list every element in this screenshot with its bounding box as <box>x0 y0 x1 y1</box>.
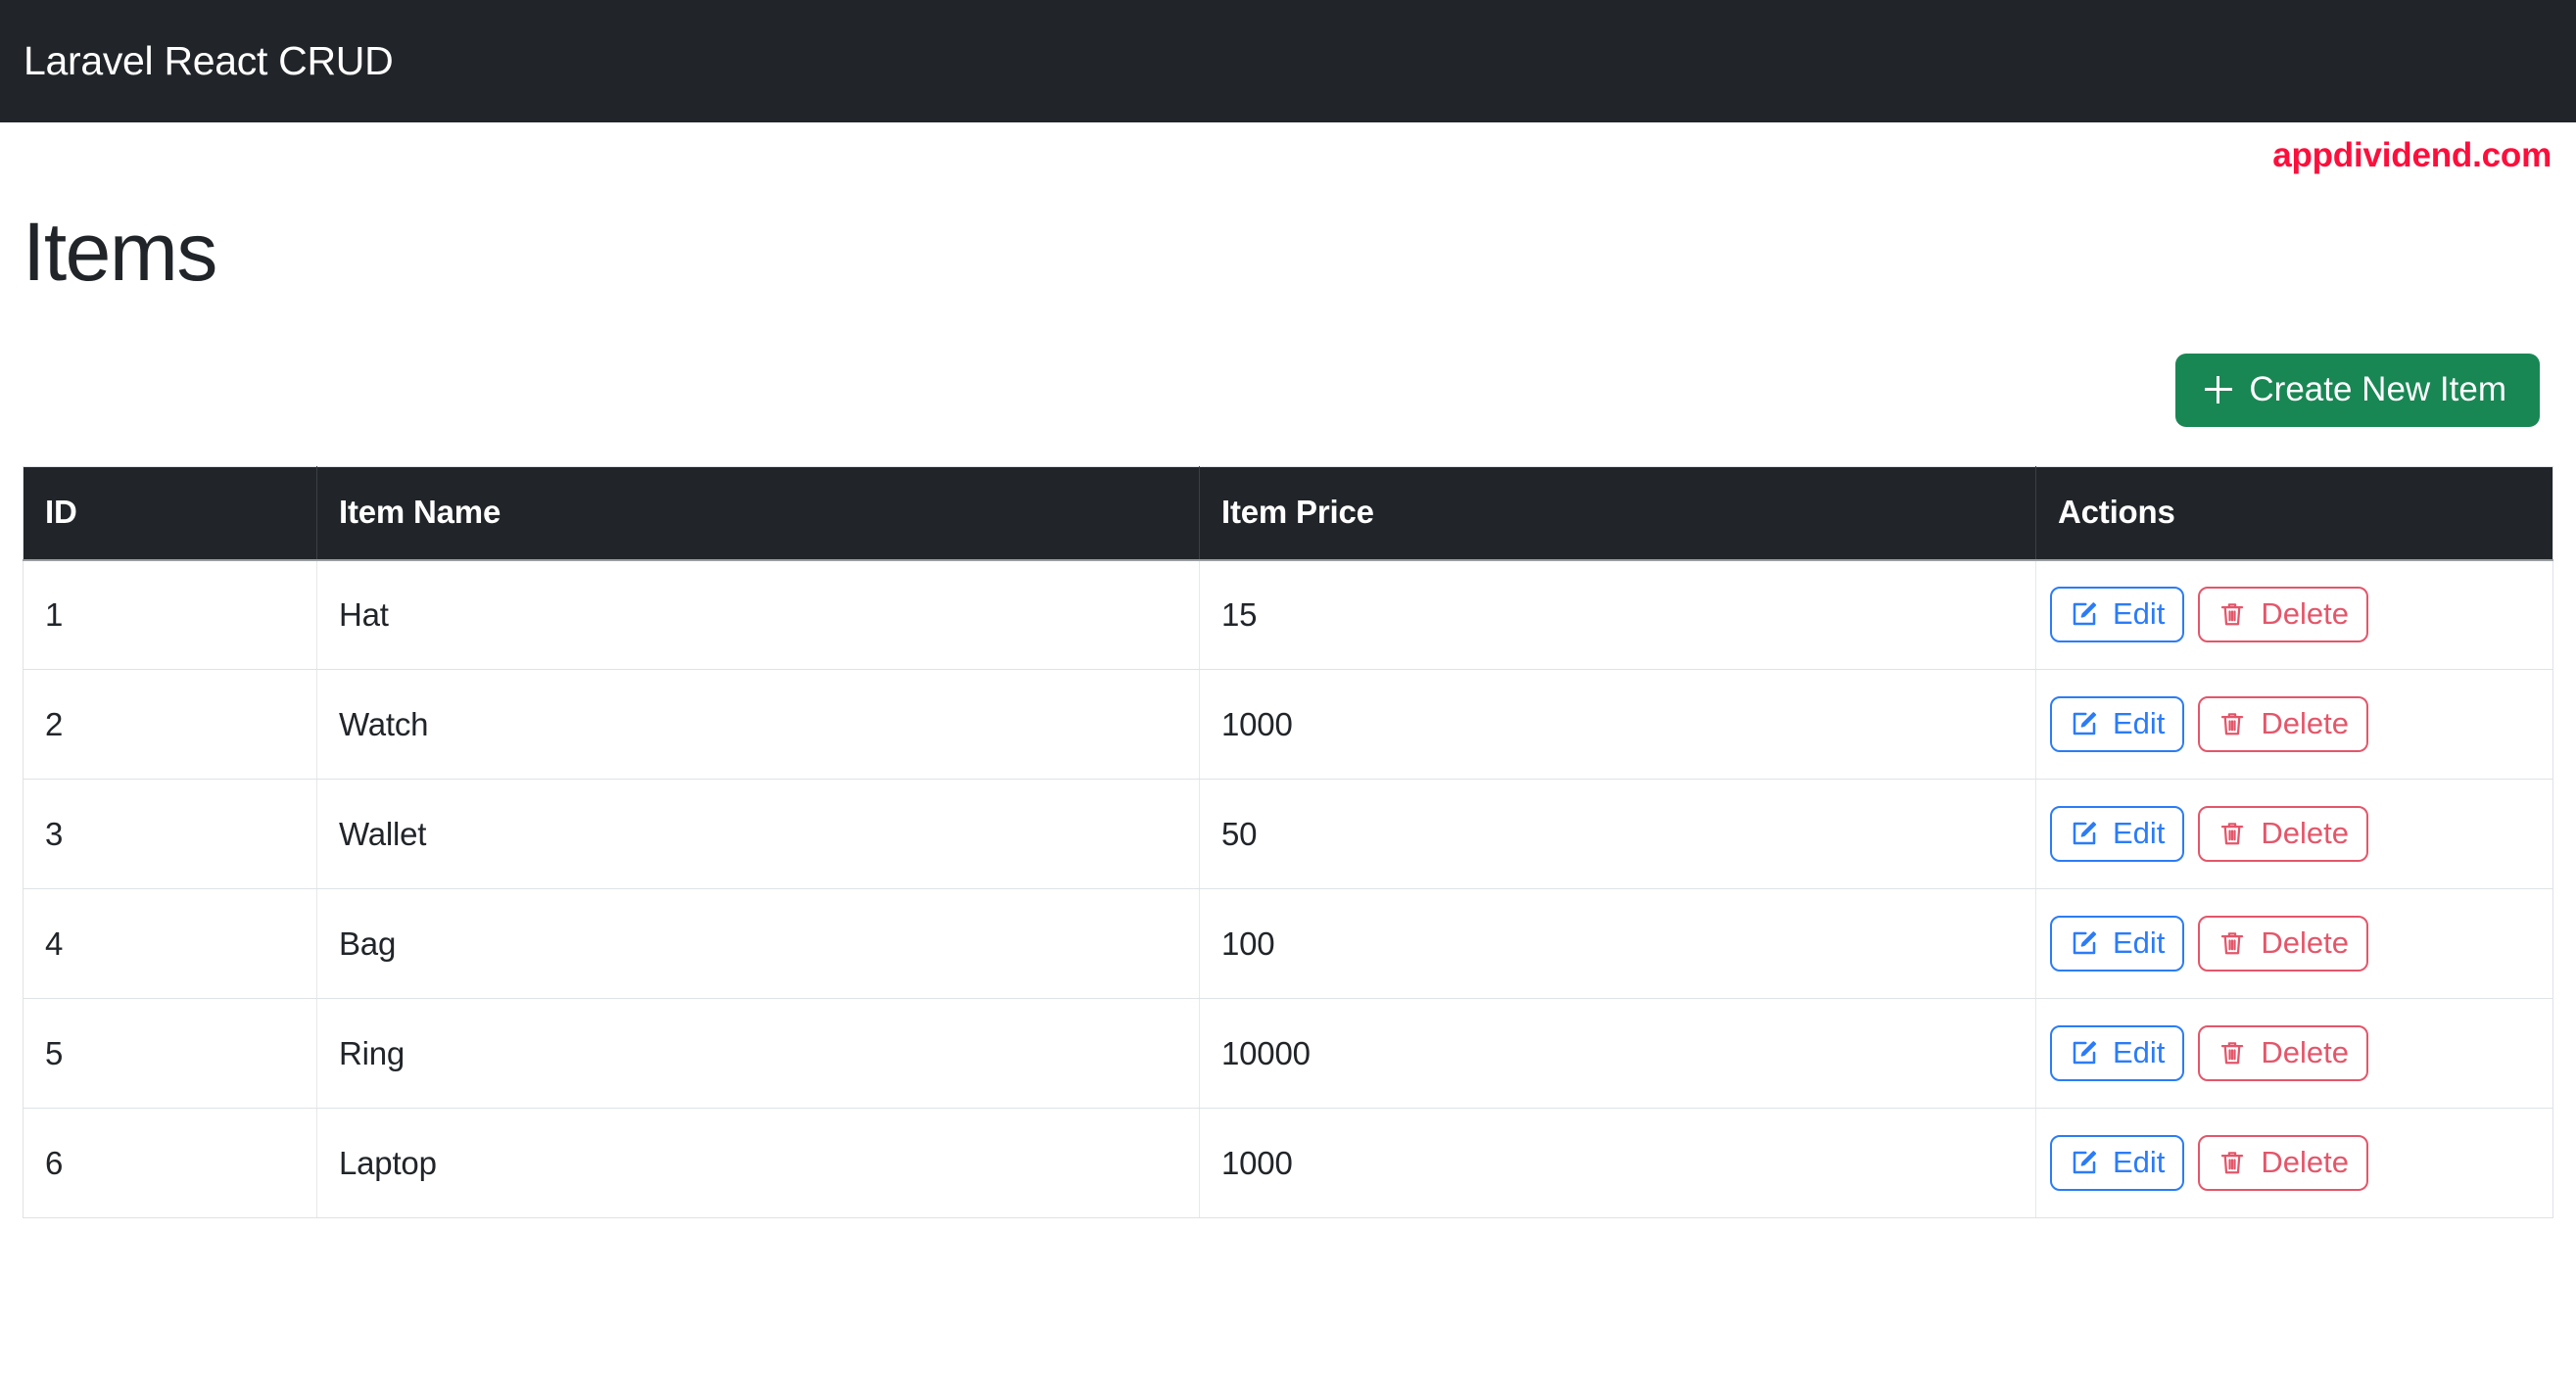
delete-button-label: Delete <box>2261 816 2350 851</box>
edit-button-label: Edit <box>2113 1145 2166 1180</box>
table-row: 4 Bag 100 Edit Delete <box>23 888 2553 1000</box>
cell-item-price: 50 <box>1199 779 2036 890</box>
trash-icon <box>2218 1148 2247 1177</box>
table-row: 5 Ring 10000 Edit Delete <box>23 998 2553 1110</box>
trash-icon <box>2218 599 2247 629</box>
trash-icon <box>2218 1038 2247 1067</box>
watermark-row: appdividend.com <box>0 122 2576 181</box>
row-actions: Edit Delete <box>2050 696 2539 753</box>
delete-button[interactable]: Delete <box>2198 587 2369 643</box>
column-header-id: ID <box>23 466 317 561</box>
edit-button[interactable]: Edit <box>2050 806 2185 863</box>
edit-button-label: Edit <box>2113 596 2166 632</box>
cell-item-name: Wallet <box>316 779 1200 890</box>
edit-button[interactable]: Edit <box>2050 1135 2185 1192</box>
cell-id: 3 <box>23 779 317 890</box>
cell-id: 6 <box>23 1108 317 1219</box>
cell-actions: Edit Delete <box>2035 559 2553 671</box>
cell-actions: Edit Delete <box>2035 1108 2553 1219</box>
navbar-brand[interactable]: Laravel React CRUD <box>24 41 394 81</box>
table-row: 6 Laptop 1000 Edit Delete <box>23 1108 2553 1219</box>
table-row: 3 Wallet 50 Edit Delete <box>23 779 2553 890</box>
top-navbar: Laravel React CRUD <box>0 0 2576 122</box>
cell-item-price: 100 <box>1199 888 2036 1000</box>
trash-icon <box>2218 928 2247 958</box>
cell-item-name: Ring <box>316 998 1200 1110</box>
row-actions: Edit Delete <box>2050 916 2539 972</box>
edit-button-label: Edit <box>2113 706 2166 741</box>
site-watermark: appdividend.com <box>2272 136 2552 174</box>
items-table-wrapper: ID Item Name Item Price Actions 1 Hat 15 <box>23 427 2553 1219</box>
delete-button-label: Delete <box>2261 1035 2350 1070</box>
cell-actions: Edit Delete <box>2035 669 2553 781</box>
column-header-price: Item Price <box>1199 466 2036 561</box>
cell-id: 1 <box>23 559 317 671</box>
column-header-actions: Actions <box>2035 466 2553 561</box>
delete-button[interactable]: Delete <box>2198 806 2369 863</box>
table-body: 1 Hat 15 Edit Delete 2 Watch 1000 Edit D… <box>23 559 2553 1219</box>
row-actions: Edit Delete <box>2050 587 2539 643</box>
cell-id: 2 <box>23 669 317 781</box>
cell-item-name: Bag <box>316 888 1200 1000</box>
plus-icon <box>2205 375 2233 403</box>
cell-id: 5 <box>23 998 317 1110</box>
edit-button-label: Edit <box>2113 816 2166 851</box>
create-new-item-label: Create New Item <box>2249 370 2506 409</box>
cell-actions: Edit Delete <box>2035 998 2553 1110</box>
cell-actions: Edit Delete <box>2035 779 2553 890</box>
delete-button-label: Delete <box>2261 925 2350 961</box>
cell-actions: Edit Delete <box>2035 888 2553 1000</box>
items-table: ID Item Name Item Price Actions 1 Hat 15 <box>23 466 2553 1219</box>
toolbar: Create New Item <box>23 295 2553 428</box>
delete-button-label: Delete <box>2261 596 2350 632</box>
row-actions: Edit Delete <box>2050 806 2539 863</box>
pencil-square-icon <box>2070 1148 2099 1177</box>
cell-item-price: 1000 <box>1199 1108 2036 1219</box>
cell-item-name: Watch <box>316 669 1200 781</box>
cell-item-name: Hat <box>316 559 1200 671</box>
cell-id: 4 <box>23 888 317 1000</box>
row-actions: Edit Delete <box>2050 1135 2539 1192</box>
pencil-square-icon <box>2070 819 2099 848</box>
pencil-square-icon <box>2070 1038 2099 1067</box>
table-header-row: ID Item Name Item Price Actions <box>23 466 2553 561</box>
edit-button-label: Edit <box>2113 925 2166 961</box>
delete-button[interactable]: Delete <box>2198 696 2369 753</box>
row-actions: Edit Delete <box>2050 1025 2539 1082</box>
table-head: ID Item Name Item Price Actions <box>23 466 2553 561</box>
pencil-square-icon <box>2070 599 2099 629</box>
delete-button-label: Delete <box>2261 706 2350 741</box>
edit-button-label: Edit <box>2113 1035 2166 1070</box>
create-new-item-button[interactable]: Create New Item <box>2175 354 2540 428</box>
delete-button[interactable]: Delete <box>2198 1135 2369 1192</box>
pencil-square-icon <box>2070 709 2099 738</box>
trash-icon <box>2218 819 2247 848</box>
pencil-square-icon <box>2070 928 2099 958</box>
cell-item-name: Laptop <box>316 1108 1200 1219</box>
cell-item-price: 1000 <box>1199 669 2036 781</box>
column-header-name: Item Name <box>316 466 1200 561</box>
edit-button[interactable]: Edit <box>2050 916 2185 972</box>
delete-button[interactable]: Delete <box>2198 916 2369 972</box>
edit-button[interactable]: Edit <box>2050 696 2185 753</box>
edit-button[interactable]: Edit <box>2050 587 2185 643</box>
cell-item-price: 15 <box>1199 559 2036 671</box>
table-row: 1 Hat 15 Edit Delete <box>23 559 2553 671</box>
table-row: 2 Watch 1000 Edit Delete <box>23 669 2553 781</box>
page-title: Items <box>23 206 217 298</box>
edit-button[interactable]: Edit <box>2050 1025 2185 1082</box>
delete-button-label: Delete <box>2261 1145 2350 1180</box>
trash-icon <box>2218 709 2247 738</box>
main-container: Items Create New Item ID Item Name Item … <box>0 181 2576 1219</box>
cell-item-price: 10000 <box>1199 998 2036 1110</box>
delete-button[interactable]: Delete <box>2198 1025 2369 1082</box>
